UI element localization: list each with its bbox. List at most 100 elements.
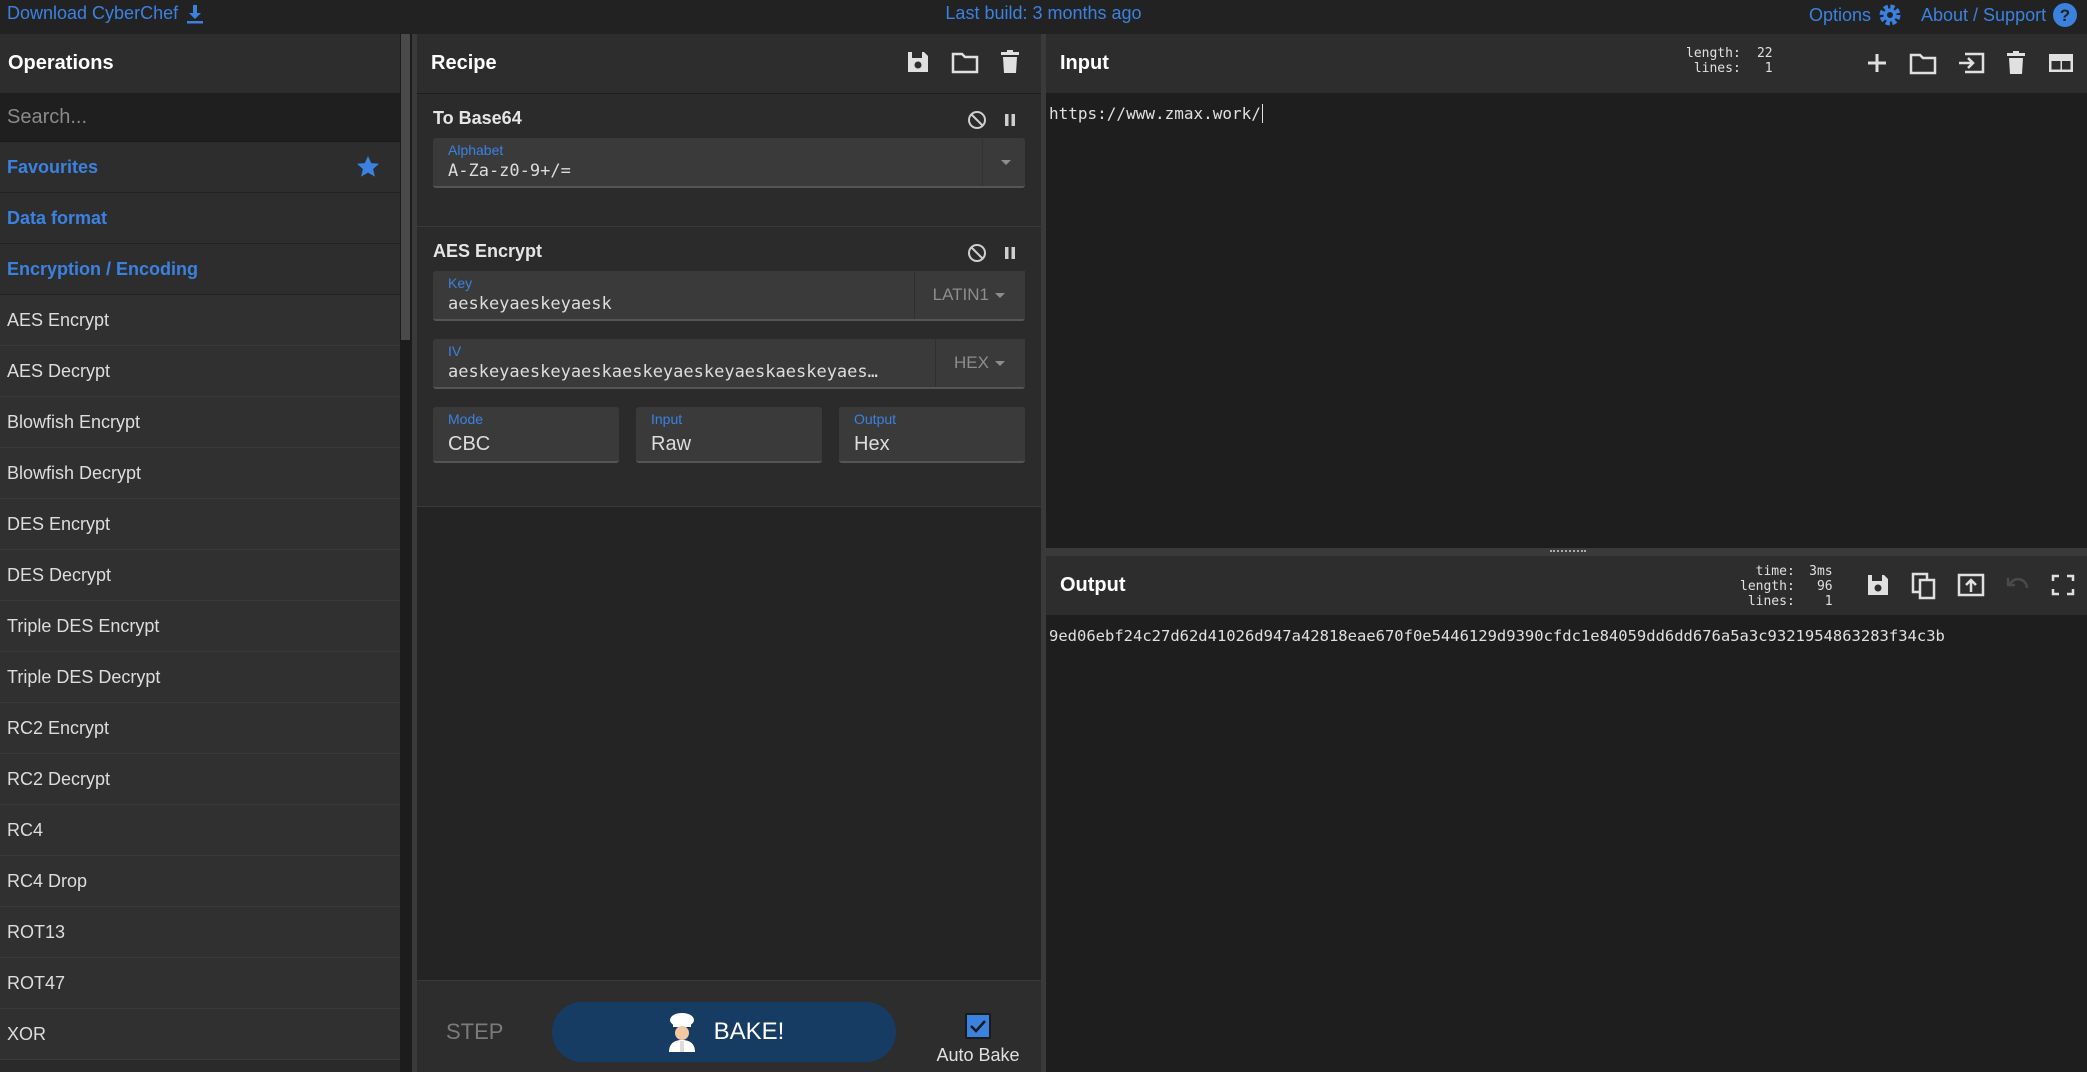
- category-favourites[interactable]: Favourites: [0, 142, 400, 193]
- step-button[interactable]: STEP: [446, 1019, 503, 1045]
- input-stats: length: 22 lines: 1: [1686, 46, 1773, 76]
- operation-item[interactable]: AES Encrypt: [0, 295, 400, 346]
- operation-item[interactable]: Triple DES Decrypt: [0, 652, 400, 703]
- auto-bake-label: Auto Bake: [936, 1045, 1020, 1065]
- output-format-label: Output: [854, 411, 897, 427]
- disable-icon[interactable]: [967, 243, 987, 263]
- auto-bake-checkbox[interactable]: [965, 1013, 991, 1039]
- input-text: https://www.zmax.work/: [1049, 104, 1261, 123]
- help-icon: ?: [2052, 2, 2078, 28]
- operation-item[interactable]: AES Decrypt: [0, 346, 400, 397]
- operation-item[interactable]: ROT47: [0, 958, 400, 1009]
- alphabet-dropdown[interactable]: [982, 138, 1025, 186]
- auto-bake-toggle[interactable]: Auto Bake: [933, 1013, 1023, 1066]
- input-title: Input: [1060, 52, 1109, 74]
- operation-item[interactable]: RC2 Encrypt: [0, 703, 400, 754]
- key-encoding-value: LATIN1: [932, 285, 989, 304]
- disable-icon[interactable]: [967, 110, 987, 130]
- search-input[interactable]: [7, 106, 387, 129]
- save-icon[interactable]: [905, 49, 931, 75]
- input-lines: 1: [1764, 61, 1773, 76]
- output-header: Output time: 3ms length: 96 lines: 1: [1046, 556, 2087, 616]
- bake-button[interactable]: BAKE!: [552, 1002, 896, 1062]
- input-textarea[interactable]: https://www.zmax.work/: [1046, 94, 2087, 133]
- key-value: aeskeyaeskeyaesk: [448, 294, 612, 314]
- mode-value: CBC: [448, 433, 491, 455]
- category-label: Encryption / Encoding: [7, 258, 199, 279]
- replace-input-icon[interactable]: [1957, 572, 1985, 600]
- copy-icon[interactable]: [1911, 572, 1937, 600]
- output-textarea[interactable]: 9ed06ebf24c27d62d41026d947a42818eae670f0…: [1046, 616, 2087, 655]
- pause-icon[interactable]: [1003, 243, 1017, 263]
- key-field[interactable]: Key aeskeyaeskeyaesk LATIN1: [433, 271, 1025, 321]
- output-stats: time: 3ms length: 96 lines: 1: [1740, 564, 1833, 609]
- about-support-button[interactable]: About / Support ?: [1921, 2, 2078, 28]
- key-label: Key: [448, 275, 473, 291]
- iv-label: IV: [448, 343, 462, 359]
- mode-label: Mode: [448, 411, 484, 427]
- operation-item[interactable]: DES Encrypt: [0, 499, 400, 550]
- save-icon[interactable]: [1865, 572, 1891, 600]
- input-header: Input length: 22 lines: 1: [1046, 34, 2087, 94]
- operations-scrollbar-thumb[interactable]: [401, 34, 410, 340]
- operation-item[interactable]: RC4 Drop: [0, 856, 400, 907]
- last-build-text[interactable]: Last build: 3 months ago: [945, 3, 1141, 23]
- input-panel: Input length: 22 lines: 1 https://www.zm…: [1046, 34, 2087, 548]
- output-panel: Output time: 3ms length: 96 lines: 1 9ed…: [1046, 556, 2087, 1072]
- operation-item[interactable]: DES Decrypt: [0, 550, 400, 601]
- stat-label: lines:: [1747, 594, 1795, 609]
- mode-select[interactable]: Mode CBC: [433, 407, 619, 463]
- iv-encoding-dropdown[interactable]: HEX: [935, 339, 1025, 387]
- download-cyberchef-link[interactable]: Download CyberChef: [7, 3, 204, 24]
- recipe-op-to-base64: To Base64 Alphabet A-Za-z0-9+/=: [417, 94, 1041, 227]
- stat-label: length:: [1686, 46, 1741, 61]
- operation-item[interactable]: Blowfish Decrypt: [0, 448, 400, 499]
- recipe-op-title: To Base64: [433, 108, 522, 128]
- stat-label: lines:: [1693, 61, 1741, 76]
- trash-icon[interactable]: [2005, 50, 2027, 76]
- folder-icon[interactable]: [951, 49, 979, 75]
- bake-label: BAKE!: [713, 1018, 785, 1045]
- operation-item[interactable]: XOR: [0, 1009, 400, 1060]
- input-format-value: Raw: [651, 433, 692, 455]
- chevron-down-icon: [1001, 159, 1011, 165]
- operation-item[interactable]: Blowfish Encrypt: [0, 397, 400, 448]
- undo-icon: [2005, 572, 2031, 600]
- operation-item[interactable]: RC4: [0, 805, 400, 856]
- key-encoding-dropdown[interactable]: LATIN1: [913, 271, 1025, 319]
- input-format-select[interactable]: Input Raw: [636, 407, 822, 463]
- chevron-down-icon: [995, 292, 1005, 298]
- gear-icon: [1877, 2, 1903, 28]
- alphabet-select[interactable]: Alphabet A-Za-z0-9+/=: [433, 138, 1025, 188]
- category-data-format[interactable]: Data format: [0, 193, 400, 244]
- trash-icon[interactable]: [999, 49, 1021, 75]
- operation-item[interactable]: Triple DES Encrypt: [0, 601, 400, 652]
- iv-encoding-value: HEX: [954, 353, 989, 372]
- operation-item[interactable]: RC2 Decrypt: [0, 754, 400, 805]
- operations-title: Operations: [0, 34, 400, 94]
- options-button[interactable]: Options: [1809, 2, 1903, 28]
- folder-icon[interactable]: [1909, 50, 1937, 76]
- open-file-icon[interactable]: [1957, 50, 1985, 76]
- grip-dots: [1550, 550, 1586, 553]
- alphabet-label: Alphabet: [448, 142, 504, 158]
- category-encryption-encoding[interactable]: Encryption / Encoding: [0, 244, 400, 295]
- maximize-icon[interactable]: [2051, 572, 2075, 600]
- download-label: Download CyberChef: [7, 3, 179, 23]
- output-lines: 1: [1824, 594, 1833, 609]
- operation-item[interactable]: ROT13: [0, 907, 400, 958]
- layout-icon[interactable]: [2047, 50, 2075, 76]
- iv-field[interactable]: IV aeskeyaeskeyaeskaeskeyaeskeyaeskaeske…: [433, 339, 1025, 389]
- chevron-down-icon: [995, 360, 1005, 366]
- top-bar: Download CyberChef Last build: 3 months …: [0, 0, 2087, 32]
- add-icon[interactable]: [1865, 50, 1889, 76]
- svg-text:?: ?: [2060, 6, 2070, 25]
- chef-icon: [664, 1012, 700, 1052]
- stat-label: length:: [1740, 579, 1795, 594]
- operations-panel: Operations Favourites Data format Encryp…: [0, 34, 400, 1072]
- pause-icon[interactable]: [1003, 110, 1017, 130]
- recipe-op-aes-encrypt: AES Encrypt Key aeskeyaeskeyaesk LATIN1 …: [417, 227, 1041, 507]
- recipe-op-title: AES Encrypt: [433, 241, 543, 261]
- output-format-select[interactable]: Output Hex: [839, 407, 1025, 463]
- star-icon: [356, 155, 380, 179]
